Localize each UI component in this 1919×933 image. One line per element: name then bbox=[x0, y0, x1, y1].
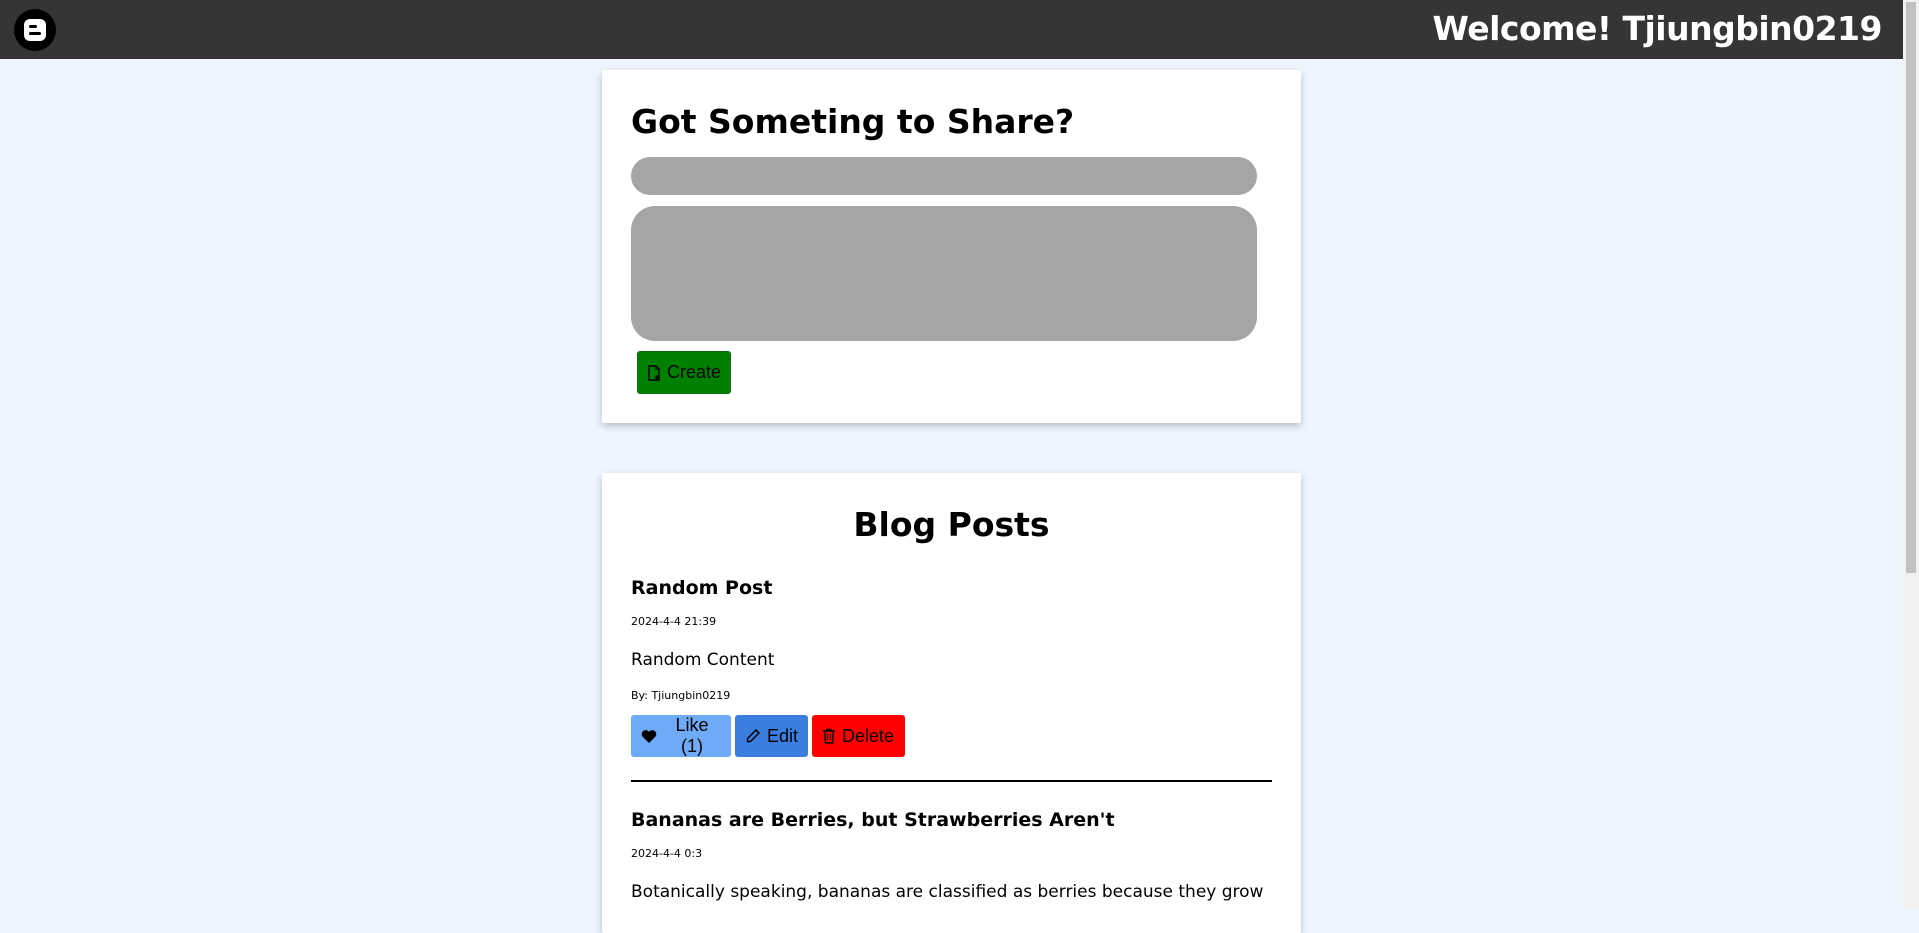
blogger-logo-icon[interactable] bbox=[14, 9, 56, 51]
heart-icon bbox=[641, 729, 657, 744]
delete-button-label: Delete bbox=[842, 725, 895, 746]
like-button[interactable]: Like (1) bbox=[631, 715, 731, 757]
post-title: Bananas are Berries, but Strawberries Ar… bbox=[631, 809, 1115, 831]
post-divider bbox=[631, 780, 1272, 782]
blog-posts-card: Blog Posts Random Post 2024-4-4 21:39 Ra… bbox=[602, 473, 1301, 933]
post-author: By: Tjiungbin0219 bbox=[631, 689, 731, 702]
post-date: 2024-4-4 21:39 bbox=[631, 615, 717, 628]
vertical-scrollbar[interactable] bbox=[1903, 0, 1919, 908]
delete-button[interactable]: Delete bbox=[812, 715, 905, 757]
post-actions: Like (1) Edit Delete bbox=[631, 715, 1272, 757]
post-content: Botanically speaking, bananas are classi… bbox=[631, 882, 1264, 902]
blog-posts-heading: Blog Posts bbox=[853, 505, 1050, 544]
top-navbar: Welcome! Tjiungbin0219 bbox=[0, 0, 1903, 59]
scrollbar-thumb[interactable] bbox=[1906, 2, 1916, 573]
post-title: Random Post bbox=[631, 577, 773, 599]
edit-button[interactable]: Edit bbox=[735, 715, 808, 757]
blog-post: Bananas are Berries, but Strawberries Ar… bbox=[631, 808, 1272, 903]
create-post-card: Got Someting to Share? Create bbox=[602, 70, 1301, 423]
create-button[interactable]: Create bbox=[637, 351, 731, 394]
edit-button-label: Edit bbox=[767, 725, 799, 746]
post-title-input[interactable] bbox=[631, 157, 1257, 195]
post-content: Random Content bbox=[631, 650, 775, 670]
post-date: 2024-4-4 0:3 bbox=[631, 847, 703, 860]
post-content-input[interactable] bbox=[631, 206, 1257, 341]
blog-post: Random Post 2024-4-4 21:39 Random Conten… bbox=[631, 576, 1272, 757]
trash-icon bbox=[822, 728, 836, 744]
welcome-text: Welcome! Tjiungbin0219 bbox=[1432, 9, 1883, 48]
file-plus-icon bbox=[647, 364, 661, 381]
like-button-label: Like (1) bbox=[675, 715, 709, 756]
create-button-label: Create bbox=[666, 362, 722, 382]
pencil-icon bbox=[745, 728, 761, 744]
create-heading: Got Someting to Share? bbox=[631, 102, 1075, 141]
